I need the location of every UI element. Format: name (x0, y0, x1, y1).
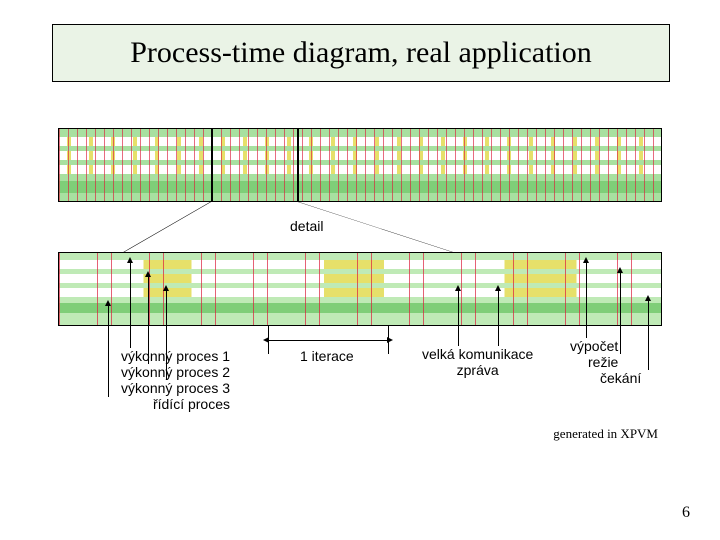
arrow-p1 (130, 262, 131, 348)
label-p1: výkonný proces 1 (90, 348, 230, 364)
label-message-2: zpráva (422, 362, 533, 378)
label-message: velká komunikace zpráva (422, 346, 533, 378)
label-compute: výpočet (570, 338, 641, 354)
label-p2: výkonný proces 2 (90, 364, 230, 380)
slide: Process-time diagram, real application d… (0, 0, 720, 540)
process-labels: výkonný proces 1 výkonný proces 2 výkonn… (90, 348, 230, 412)
iteration-span (268, 340, 388, 341)
generated-note: generated in XPVM (553, 426, 658, 442)
overview-comm-lines (59, 129, 661, 201)
title-box: Process-time diagram, real application (52, 24, 670, 82)
arrow-compute (586, 262, 587, 338)
legend-labels: výpočet režie čekání (570, 338, 641, 386)
zoom-guide-left (123, 202, 211, 252)
label-wait: čekání (600, 370, 641, 386)
detail-comm-lines (59, 253, 661, 325)
iteration-tick-right (388, 326, 389, 354)
overview-highlight-box (211, 128, 299, 202)
arrow-wait (648, 300, 649, 370)
label-p3: výkonný proces 3 (90, 380, 230, 396)
detail-label: detail (290, 218, 323, 234)
page-title: Process-time diagram, real application (130, 36, 592, 70)
label-iteration: 1 iterace (300, 348, 354, 364)
timeline-overview (58, 128, 662, 202)
label-overhead: režie (588, 354, 641, 370)
arrow-msg-2 (498, 290, 499, 346)
label-message-1: velká komunikace (422, 346, 533, 362)
arrow-msg-1 (458, 290, 459, 346)
label-ctrl: řídící proces (62, 396, 230, 412)
page-number: 6 (682, 504, 690, 522)
iteration-tick-left (268, 326, 269, 354)
